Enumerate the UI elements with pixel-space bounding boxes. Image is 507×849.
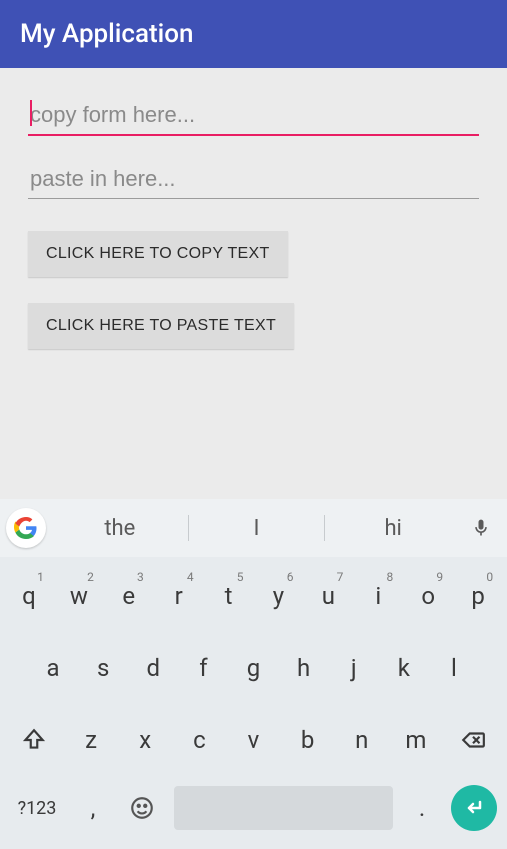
key-row-1: q1w2e3r4t5y6u7i8o9p0 — [0, 557, 507, 629]
key-g[interactable]: g — [230, 638, 276, 698]
key-q[interactable]: q1 — [6, 566, 52, 626]
key-p[interactable]: p0 — [455, 566, 501, 626]
key-o[interactable]: o9 — [405, 566, 451, 626]
key-s[interactable]: s — [80, 638, 126, 698]
main-content: CLICK HERE TO COPY TEXT CLICK HERE TO PA… — [0, 68, 507, 349]
suggestions: the I hi — [52, 515, 461, 541]
key-t[interactable]: t5 — [206, 566, 252, 626]
copy-field — [28, 96, 479, 136]
soft-keyboard: the I hi q1w2e3r4t5y6u7i8o9p0 asdfghjkl … — [0, 499, 507, 849]
key-u[interactable]: u7 — [305, 566, 351, 626]
backspace-key[interactable] — [445, 710, 501, 770]
key-k[interactable]: k — [381, 638, 427, 698]
key-y[interactable]: y6 — [256, 566, 302, 626]
key-e[interactable]: e3 — [106, 566, 152, 626]
key-j[interactable]: j — [331, 638, 377, 698]
app-title: My Application — [20, 19, 194, 49]
key-x[interactable]: x — [120, 710, 170, 770]
copy-button[interactable]: CLICK HERE TO COPY TEXT — [28, 231, 288, 277]
space-key[interactable] — [174, 786, 393, 830]
enter-key[interactable] — [447, 780, 501, 836]
button-group: CLICK HERE TO COPY TEXT CLICK HERE TO PA… — [28, 223, 479, 349]
key-c[interactable]: c — [174, 710, 224, 770]
text-caret — [30, 100, 32, 126]
suggestion-3[interactable]: hi — [325, 516, 461, 541]
key-h[interactable]: h — [281, 638, 327, 698]
key-f[interactable]: f — [180, 638, 226, 698]
key-r[interactable]: r4 — [156, 566, 202, 626]
copy-underline — [28, 134, 479, 136]
key-b[interactable]: b — [283, 710, 333, 770]
key-l[interactable]: l — [431, 638, 477, 698]
period-key[interactable]: . — [401, 780, 443, 836]
comma-key[interactable]: , — [72, 780, 114, 836]
google-icon[interactable] — [6, 508, 46, 548]
paste-input[interactable] — [28, 160, 479, 198]
shift-key[interactable] — [6, 710, 62, 770]
app-bar: My Application — [0, 0, 507, 68]
paste-button[interactable]: CLICK HERE TO PASTE TEXT — [28, 303, 294, 349]
key-v[interactable]: v — [228, 710, 278, 770]
suggestion-1[interactable]: the — [52, 516, 188, 541]
paste-underline — [28, 198, 479, 199]
key-n[interactable]: n — [337, 710, 387, 770]
suggestion-bar: the I hi — [0, 499, 507, 557]
key-row-3-letters: zxcvbnm — [64, 707, 443, 773]
key-m[interactable]: m — [391, 710, 441, 770]
enter-icon — [451, 785, 497, 831]
key-a[interactable]: a — [30, 638, 76, 698]
key-row-2: asdfghjkl — [0, 629, 507, 701]
key-w[interactable]: w2 — [56, 566, 102, 626]
key-z[interactable]: z — [66, 710, 116, 770]
key-row-3: zxcvbnm — [0, 701, 507, 773]
paste-field — [28, 160, 479, 199]
mic-icon[interactable] — [461, 515, 501, 541]
suggestion-2[interactable]: I — [189, 516, 325, 541]
key-i[interactable]: i8 — [355, 566, 401, 626]
emoji-key[interactable] — [118, 780, 166, 836]
copy-input[interactable] — [28, 96, 479, 134]
symbols-key[interactable]: ?123 — [6, 780, 68, 836]
key-d[interactable]: d — [130, 638, 176, 698]
key-row-bottom: ?123 , . — [0, 773, 507, 849]
